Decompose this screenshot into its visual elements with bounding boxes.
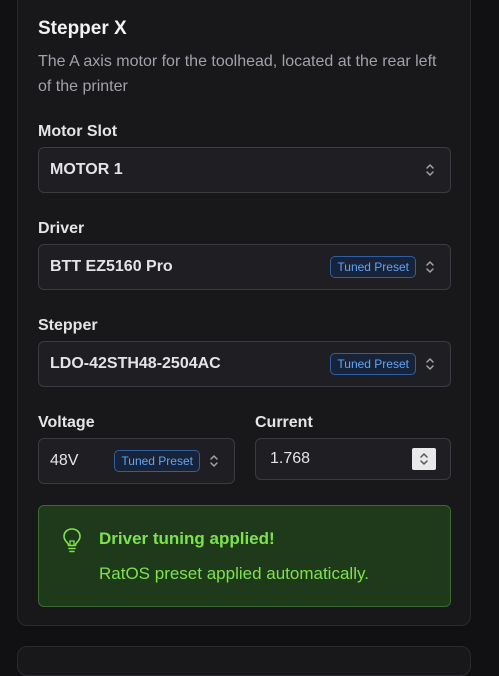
chevron-up-down-icon (424, 259, 436, 275)
chevron-up-down-icon (424, 162, 436, 178)
section-title: Stepper X (38, 18, 127, 39)
driver-select[interactable]: BTT EZ5160 Pro Tuned Preset (38, 244, 451, 290)
current-input[interactable] (270, 450, 400, 468)
voltage-value: 48V (50, 452, 79, 469)
alert-message: RatOS preset applied automatically. (99, 564, 369, 583)
motor-slot-select[interactable]: MOTOR 1 (38, 147, 451, 193)
driver-label: Driver (38, 220, 85, 237)
stepper-label: Stepper (38, 317, 98, 334)
chevron-up-down-icon (424, 356, 436, 372)
tuned-preset-badge: Tuned Preset (114, 450, 200, 472)
section-description: The A axis motor for the toolhead, locat… (38, 53, 437, 95)
success-alert: Driver tuning applied! RatOS preset appl… (38, 505, 451, 607)
next-card (17, 646, 471, 676)
lightbulb-icon (61, 527, 83, 558)
stepper-value: LDO-42STH48-2504AC (50, 355, 221, 372)
driver-value: BTT EZ5160 Pro (50, 258, 173, 275)
alert-title: Driver tuning applied! (99, 529, 275, 548)
tuned-preset-badge: Tuned Preset (330, 353, 416, 375)
current-input-wrapper (255, 438, 451, 480)
number-spinner[interactable] (412, 448, 436, 470)
current-label: Current (255, 414, 313, 431)
voltage-select[interactable]: 48V Tuned Preset (38, 438, 235, 484)
voltage-label: Voltage (38, 414, 95, 431)
stepper-select[interactable]: LDO-42STH48-2504AC Tuned Preset (38, 341, 451, 387)
chevron-up-down-icon (208, 453, 220, 469)
tuned-preset-badge: Tuned Preset (330, 256, 416, 278)
motor-slot-label: Motor Slot (38, 123, 118, 140)
motor-slot-value: MOTOR 1 (50, 161, 123, 178)
